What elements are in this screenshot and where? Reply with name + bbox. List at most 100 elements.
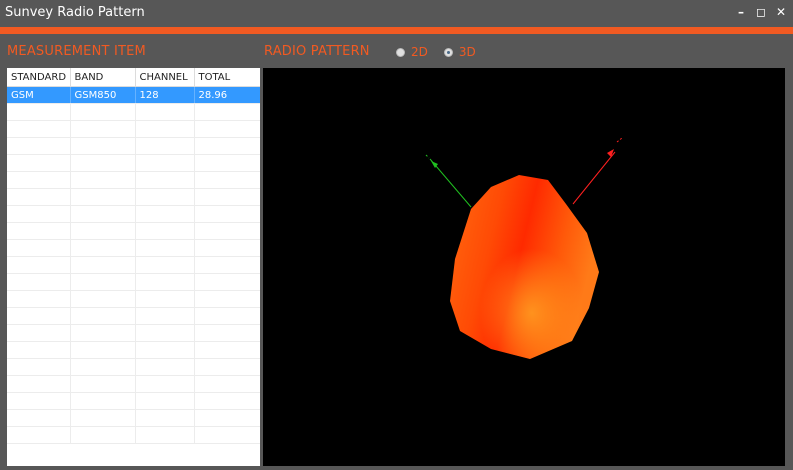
table-row[interactable] bbox=[7, 137, 260, 155]
table-cell bbox=[70, 222, 136, 240]
radio-3d-indicator[interactable] bbox=[443, 47, 453, 57]
table-cell bbox=[194, 341, 260, 359]
table-cell bbox=[194, 375, 260, 393]
table-cell bbox=[70, 358, 136, 376]
view-mode-radio-group: 2D 3D bbox=[396, 45, 476, 59]
accent-bar bbox=[0, 27, 793, 34]
table-row[interactable] bbox=[7, 358, 260, 376]
table-row[interactable] bbox=[7, 256, 260, 274]
radio-2d-indicator[interactable] bbox=[396, 47, 405, 57]
table-cell bbox=[70, 120, 136, 138]
table-row[interactable] bbox=[7, 239, 260, 257]
radio-3d[interactable]: 3D bbox=[443, 45, 476, 59]
table-row[interactable] bbox=[7, 307, 260, 325]
table-cell bbox=[70, 375, 136, 393]
table-cell bbox=[194, 103, 260, 121]
radiation-pattern-highlight bbox=[450, 175, 599, 359]
table-row[interactable] bbox=[7, 273, 260, 291]
table-row[interactable] bbox=[7, 392, 260, 410]
table-row[interactable] bbox=[7, 120, 260, 138]
table-row[interactable] bbox=[7, 171, 260, 189]
measurement-table: STANDARD BAND CHANNEL TOTAL GSM GSM850 128… bbox=[7, 68, 260, 444]
table-cell bbox=[194, 120, 260, 138]
table-cell bbox=[70, 205, 136, 223]
table-cell bbox=[7, 188, 71, 206]
column-header-total[interactable]: TOTAL bbox=[194, 68, 260, 87]
table-cell bbox=[7, 137, 71, 155]
table-cell bbox=[135, 120, 195, 138]
measurement-table-panel: STANDARD BAND CHANNEL TOTAL GSM GSM850 128… bbox=[7, 68, 260, 466]
table-cell bbox=[135, 341, 195, 359]
table-cell bbox=[70, 103, 136, 121]
x-axis-arrow-icon bbox=[607, 149, 614, 157]
radio-3d-label: 3D bbox=[458, 45, 476, 59]
maximize-icon[interactable]: ◻ bbox=[755, 5, 767, 19]
minimize-icon[interactable]: – bbox=[735, 5, 747, 19]
table-cell bbox=[135, 256, 195, 274]
table-row[interactable] bbox=[7, 409, 260, 427]
table-row[interactable] bbox=[7, 375, 260, 393]
table-cell bbox=[194, 426, 260, 444]
table-cell bbox=[70, 290, 136, 308]
table-row[interactable] bbox=[7, 290, 260, 308]
table-cell bbox=[135, 426, 195, 444]
table-cell bbox=[7, 341, 71, 359]
table-cell bbox=[70, 341, 136, 359]
table-row[interactable] bbox=[7, 154, 260, 172]
table-cell bbox=[135, 290, 195, 308]
table-row[interactable] bbox=[7, 324, 260, 342]
table-cell bbox=[70, 171, 136, 189]
table-cell bbox=[70, 324, 136, 342]
table-row[interactable] bbox=[7, 103, 260, 121]
title-bar: Sunvey Radio Pattern – ◻ ✕ bbox=[0, 0, 793, 27]
table-row[interactable]: GSM GSM850 128 28.96 bbox=[7, 86, 260, 104]
table-cell bbox=[194, 307, 260, 325]
table-cell bbox=[7, 324, 71, 342]
table-cell: 28.96 bbox=[194, 86, 260, 104]
table-cell bbox=[7, 273, 71, 291]
table-cell bbox=[135, 103, 195, 121]
table-cell bbox=[135, 222, 195, 240]
table-cell bbox=[7, 222, 71, 240]
column-header-band[interactable]: BAND bbox=[70, 68, 136, 87]
table-cell bbox=[135, 239, 195, 257]
table-cell bbox=[70, 154, 136, 172]
table-cell bbox=[7, 392, 71, 410]
table-cell bbox=[70, 273, 136, 291]
table-row[interactable] bbox=[7, 341, 260, 359]
table-cell bbox=[194, 137, 260, 155]
table-cell bbox=[194, 290, 260, 308]
column-header-channel[interactable]: CHANNEL bbox=[135, 68, 195, 87]
radio-pattern-3d-viewport[interactable] bbox=[263, 68, 785, 466]
table-cell bbox=[135, 273, 195, 291]
close-icon[interactable]: ✕ bbox=[775, 5, 787, 19]
y-axis-tip bbox=[425, 154, 430, 159]
table-cell bbox=[7, 120, 71, 138]
x-axis-line bbox=[572, 151, 616, 205]
table-cell bbox=[135, 392, 195, 410]
table-cell bbox=[135, 375, 195, 393]
table-cell bbox=[194, 392, 260, 410]
radio-pattern-label: RADIO PATTERN bbox=[264, 44, 370, 59]
table-cell bbox=[7, 375, 71, 393]
table-row[interactable] bbox=[7, 222, 260, 240]
table-cell bbox=[194, 256, 260, 274]
table-cell bbox=[70, 426, 136, 444]
table-cell bbox=[70, 392, 136, 410]
radio-2d[interactable]: 2D bbox=[396, 45, 428, 59]
x-axis-tip bbox=[616, 137, 623, 143]
table-cell: 128 bbox=[135, 86, 195, 104]
table-cell bbox=[7, 205, 71, 223]
table-cell bbox=[194, 154, 260, 172]
column-header-standard[interactable]: STANDARD bbox=[7, 68, 71, 87]
table-cell bbox=[194, 188, 260, 206]
table-cell bbox=[70, 409, 136, 427]
table-row[interactable] bbox=[7, 426, 260, 444]
table-cell bbox=[70, 307, 136, 325]
table-row[interactable] bbox=[7, 205, 260, 223]
table-row[interactable] bbox=[7, 188, 260, 206]
table-cell bbox=[194, 324, 260, 342]
table-cell bbox=[135, 307, 195, 325]
table-cell bbox=[7, 358, 71, 376]
table-cell bbox=[194, 239, 260, 257]
